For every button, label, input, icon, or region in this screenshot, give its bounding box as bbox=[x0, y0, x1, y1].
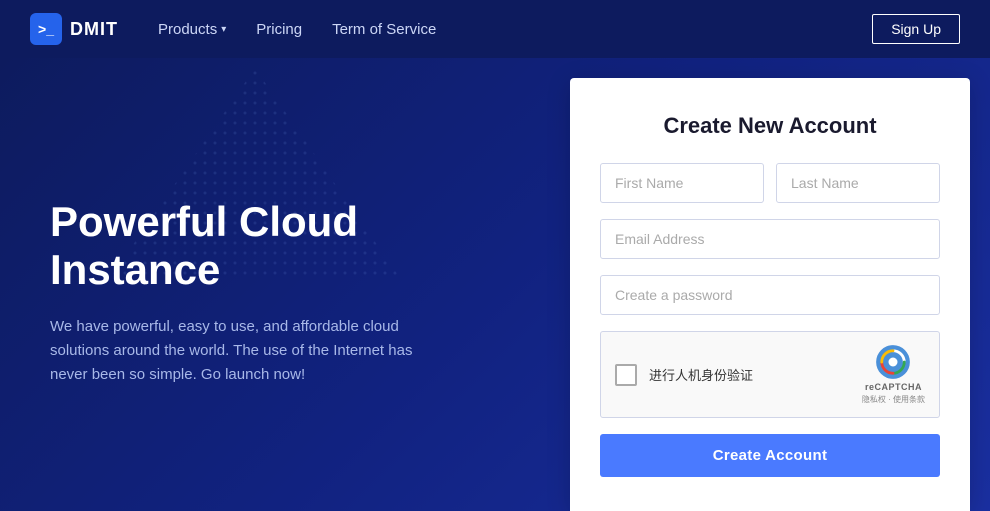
hero-description: We have powerful, easy to use, and affor… bbox=[50, 315, 430, 387]
nav-pricing[interactable]: Pricing bbox=[256, 21, 302, 38]
recaptcha-logo-icon bbox=[875, 344, 911, 380]
nav-tos[interactable]: Term of Service bbox=[332, 21, 436, 38]
nav-tos-label: Term of Service bbox=[332, 21, 436, 38]
create-account-button[interactable]: Create Account bbox=[600, 434, 940, 477]
name-row bbox=[600, 163, 940, 203]
sign-up-button[interactable]: Sign Up bbox=[872, 14, 960, 44]
last-name-input[interactable] bbox=[776, 163, 940, 203]
hero-title: Powerful Cloud Instance bbox=[50, 198, 530, 295]
nav-products-label: Products bbox=[158, 21, 217, 38]
form-title: Create New Account bbox=[600, 113, 940, 139]
nav-products[interactable]: Products ▾ bbox=[158, 21, 226, 38]
logo[interactable]: >_ DMIT bbox=[30, 13, 118, 45]
nav-links: Products ▾ Pricing Term of Service bbox=[158, 21, 872, 38]
recaptcha-checkbox[interactable] bbox=[615, 364, 637, 386]
recaptcha-widget: 进行人机身份验证 reCAPTCHA 隐私权 · 使用条款 bbox=[600, 331, 940, 418]
nav-pricing-label: Pricing bbox=[256, 21, 302, 38]
recaptcha-label: reCAPTCHA bbox=[865, 382, 922, 392]
registration-form: Create New Account 进行人机身份验证 bbox=[570, 78, 970, 511]
hero-section: Powerful Cloud Instance We have powerful… bbox=[0, 58, 570, 511]
main-area: Powerful Cloud Instance We have powerful… bbox=[0, 58, 990, 511]
first-name-input[interactable] bbox=[600, 163, 764, 203]
navbar: >_ DMIT Products ▾ Pricing Term of Servi… bbox=[0, 0, 990, 58]
logo-icon: >_ bbox=[30, 13, 62, 45]
password-input[interactable] bbox=[600, 275, 940, 315]
chevron-down-icon: ▾ bbox=[221, 24, 226, 35]
email-input[interactable] bbox=[600, 219, 940, 259]
recaptcha-text: 进行人机身份验证 bbox=[649, 365, 753, 384]
logo-text: DMIT bbox=[70, 19, 118, 40]
recaptcha-right: reCAPTCHA 隐私权 · 使用条款 bbox=[862, 344, 925, 405]
recaptcha-left: 进行人机身份验证 bbox=[615, 364, 753, 386]
recaptcha-links: 隐私权 · 使用条款 bbox=[862, 394, 925, 405]
